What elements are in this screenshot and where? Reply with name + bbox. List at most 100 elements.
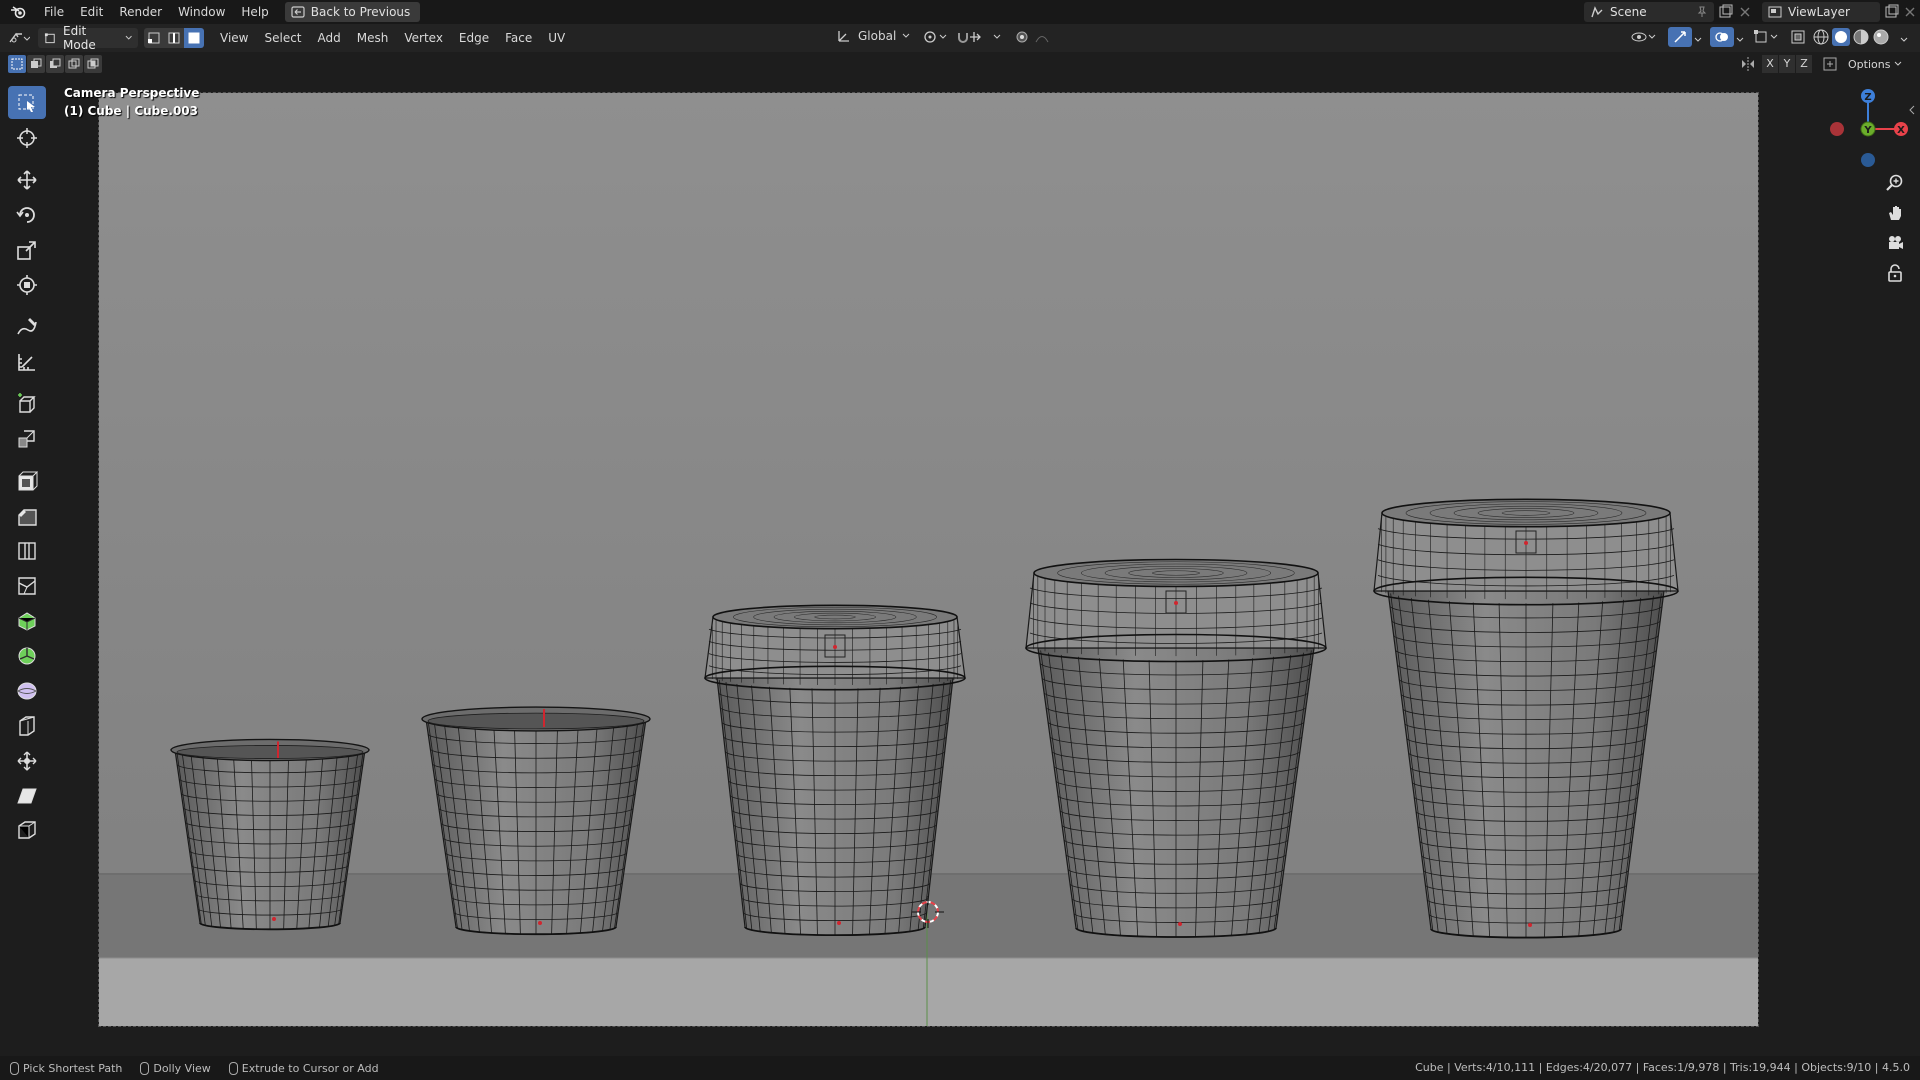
auto-merge-icon[interactable] bbox=[1822, 56, 1838, 75]
menu-window[interactable]: Window bbox=[170, 0, 233, 24]
navigation-gizmo[interactable]: Z X Y bbox=[1828, 86, 1912, 170]
face-select-icon bbox=[188, 32, 200, 44]
tool-select-box[interactable] bbox=[8, 86, 46, 119]
tool-measure[interactable] bbox=[8, 345, 46, 378]
camera-view-button[interactable] bbox=[1882, 230, 1908, 256]
proportional-editing-icon[interactable] bbox=[1014, 29, 1062, 48]
gizmo-neg-z-axis-icon[interactable] bbox=[1861, 153, 1875, 167]
tool-edge-slide[interactable] bbox=[8, 709, 46, 742]
header-menu-add[interactable]: Add bbox=[310, 24, 349, 52]
svg-text:Z: Z bbox=[1864, 92, 1871, 103]
show-gizmo-button[interactable] bbox=[1668, 27, 1692, 47]
vertex-select-mode-button[interactable] bbox=[144, 28, 164, 48]
overlays-dropdown-icon[interactable] bbox=[1736, 32, 1744, 46]
face-select-mode-button[interactable] bbox=[184, 28, 204, 48]
status-hint-middle-label: Dolly View bbox=[153, 1061, 211, 1075]
tool-rip-region[interactable] bbox=[8, 814, 46, 847]
subtract-selection-button[interactable] bbox=[46, 55, 64, 73]
shading-dropdown-icon[interactable] bbox=[1900, 32, 1908, 46]
menu-render[interactable]: Render bbox=[111, 0, 170, 24]
zoom-view-button[interactable] bbox=[1882, 170, 1908, 196]
mirror-x-toggle[interactable]: X bbox=[1762, 55, 1778, 73]
menu-help[interactable]: Help bbox=[233, 0, 276, 24]
pin-icon bbox=[1697, 6, 1707, 17]
delete-scene-icon[interactable] bbox=[1738, 4, 1752, 23]
mirror-settings-icon[interactable] bbox=[1740, 56, 1756, 75]
cup-mesh[interactable] bbox=[170, 738, 370, 931]
rendered-shading-icon[interactable] bbox=[1872, 28, 1890, 46]
mirror-y-toggle[interactable]: Y bbox=[1779, 55, 1795, 73]
header-menu-edge[interactable]: Edge bbox=[451, 24, 497, 52]
intersect-selection-button[interactable] bbox=[84, 55, 102, 73]
gizmo-dropdown-icon[interactable] bbox=[1694, 32, 1702, 46]
tool-loop-cut[interactable] bbox=[8, 534, 46, 567]
scene-selector[interactable]: Scene bbox=[1584, 2, 1714, 22]
tool-knife[interactable] bbox=[8, 569, 46, 602]
orientation-label: Global bbox=[858, 29, 897, 43]
mode-selector[interactable]: Edit Mode bbox=[38, 24, 138, 52]
visibility-selectability-icon[interactable] bbox=[1630, 29, 1658, 48]
header-menu-vertex[interactable]: Vertex bbox=[396, 24, 451, 52]
mesh-edit-overlays-icon[interactable] bbox=[1754, 29, 1780, 48]
solid-shading-icon[interactable] bbox=[1832, 28, 1850, 46]
edge-select-mode-button[interactable] bbox=[164, 28, 184, 48]
camera-view[interactable] bbox=[98, 92, 1759, 1027]
mirror-z-toggle[interactable]: Z bbox=[1796, 55, 1812, 73]
options-dropdown[interactable]: Options bbox=[1848, 55, 1902, 73]
lock-camera-button[interactable] bbox=[1882, 260, 1908, 286]
menu-file[interactable]: File bbox=[36, 0, 72, 24]
material-preview-icon[interactable] bbox=[1852, 28, 1870, 46]
view-layer-icon bbox=[1768, 6, 1782, 18]
tool-transform[interactable] bbox=[8, 268, 46, 301]
measure-icon bbox=[18, 353, 35, 371]
menu-edit[interactable]: Edit bbox=[72, 0, 111, 24]
tool-smooth[interactable] bbox=[8, 674, 46, 707]
wireframe-shading-icon[interactable] bbox=[1812, 28, 1830, 46]
extend-selection-button[interactable] bbox=[27, 55, 45, 73]
view-layer-selector[interactable]: ViewLayer bbox=[1762, 2, 1880, 22]
tool-shrink-fatten[interactable] bbox=[8, 744, 46, 777]
tool-annotate[interactable] bbox=[8, 310, 46, 343]
tool-inset-faces[interactable] bbox=[8, 464, 46, 497]
zoom-icon bbox=[1886, 174, 1903, 191]
invert-selection-button[interactable] bbox=[65, 55, 83, 73]
tool-rotate[interactable] bbox=[8, 198, 46, 231]
show-overlays-button[interactable] bbox=[1710, 27, 1734, 47]
gizmo-neg-x-axis-icon[interactable] bbox=[1830, 122, 1844, 136]
pivot-point-icon[interactable] bbox=[922, 29, 948, 48]
header-menu-uv[interactable]: UV bbox=[540, 24, 573, 52]
tool-bevel[interactable] bbox=[8, 499, 46, 532]
tool-poly-build[interactable] bbox=[8, 604, 46, 637]
back-to-previous-button[interactable]: Back to Previous bbox=[284, 2, 421, 22]
tool-scale[interactable] bbox=[8, 233, 46, 266]
tool-spin[interactable] bbox=[8, 639, 46, 672]
tool-extrude-region[interactable] bbox=[8, 422, 46, 455]
smooth-icon bbox=[17, 682, 37, 699]
select-mode-group bbox=[144, 28, 204, 48]
header-menu-mesh[interactable]: Mesh bbox=[349, 24, 397, 52]
header-menu-select[interactable]: Select bbox=[256, 24, 309, 52]
new-view-layer-icon[interactable] bbox=[1884, 4, 1900, 23]
transform-orientation-selector[interactable]: Global bbox=[836, 28, 910, 44]
header-menu-face[interactable]: Face bbox=[497, 24, 540, 52]
new-scene-icon[interactable] bbox=[1718, 4, 1734, 23]
header-menu-view[interactable]: View bbox=[212, 24, 256, 52]
tool-cursor[interactable] bbox=[8, 121, 46, 154]
tool-add-cube[interactable] bbox=[8, 387, 46, 420]
tool-shear[interactable] bbox=[8, 779, 46, 812]
intersect-selection-icon bbox=[87, 58, 99, 69]
tool-move[interactable] bbox=[8, 163, 46, 196]
sidebar-toggle-icon[interactable] bbox=[1908, 104, 1916, 118]
cup-mesh[interactable] bbox=[421, 706, 651, 936]
set-selection-button[interactable] bbox=[8, 55, 26, 73]
delete-view-layer-icon[interactable] bbox=[1904, 4, 1916, 23]
mirror-axes-group: X Y Z bbox=[1762, 55, 1812, 73]
cup-mesh[interactable] bbox=[1025, 558, 1327, 938]
shading-mode-group bbox=[1812, 28, 1890, 46]
editor-type-button[interactable] bbox=[0, 31, 38, 45]
pan-view-button[interactable] bbox=[1882, 200, 1908, 226]
snap-icon[interactable] bbox=[956, 29, 1004, 48]
cup-mesh[interactable] bbox=[704, 604, 966, 936]
xray-toggle-icon[interactable] bbox=[1790, 29, 1806, 48]
blender-logo-icon[interactable] bbox=[0, 0, 36, 24]
